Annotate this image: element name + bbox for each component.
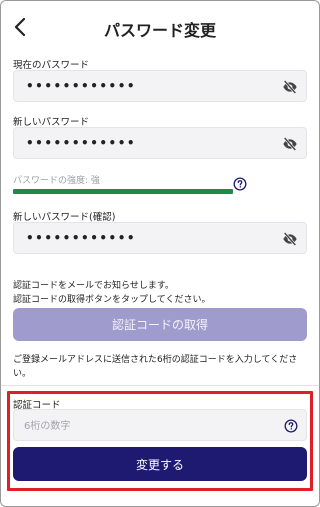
notice-line-1: 認証コードをメールでお知らせします。 xyxy=(13,281,174,291)
eye-off-icon[interactable] xyxy=(282,136,298,152)
help-icon[interactable] xyxy=(233,177,247,191)
get-code-button[interactable]: 認証コードの取得 xyxy=(13,308,307,341)
current-password-value: •••••••••••• xyxy=(26,79,137,93)
screen-frame: パスワード変更 現在のパスワード •••••••••••• 新しいパスワード •… xyxy=(0,0,320,507)
confirm-password-label: 新しいパスワード(確認) xyxy=(13,212,116,223)
password-strength-bar xyxy=(13,189,233,194)
header: パスワード変更 xyxy=(1,11,319,45)
divider xyxy=(1,385,319,386)
verification-code-field[interactable] xyxy=(13,409,307,441)
submit-button[interactable]: 変更する xyxy=(13,447,307,481)
confirm-password-field[interactable]: •••••••••••• xyxy=(13,222,307,254)
password-strength-label: パスワードの強度: 強 xyxy=(13,176,100,186)
verification-code-input[interactable] xyxy=(24,417,264,435)
new-password-label: 新しいパスワード xyxy=(13,117,90,128)
current-password-field[interactable]: •••••••••••• xyxy=(13,70,307,102)
notice-line-2: 認証コードの取得ボタンをタップしてください。 xyxy=(13,295,211,305)
verification-notice: 認証コードをメールでお知らせします。 認証コードの取得ボタンをタップしてください… xyxy=(13,279,309,307)
confirm-password-value: •••••••••••• xyxy=(26,231,137,245)
new-password-value: •••••••••••• xyxy=(26,136,137,150)
code-instructions: ご登録メールアドレスに送信された6桁の認証コードを入力してください。 xyxy=(13,355,298,379)
page-title: パスワード変更 xyxy=(103,21,216,40)
eye-off-icon[interactable] xyxy=(282,79,298,95)
eye-off-icon[interactable] xyxy=(282,231,298,247)
current-password-label: 現在のパスワード xyxy=(13,60,90,71)
new-password-field[interactable]: •••••••••••• xyxy=(13,127,307,159)
help-icon[interactable] xyxy=(284,419,298,433)
